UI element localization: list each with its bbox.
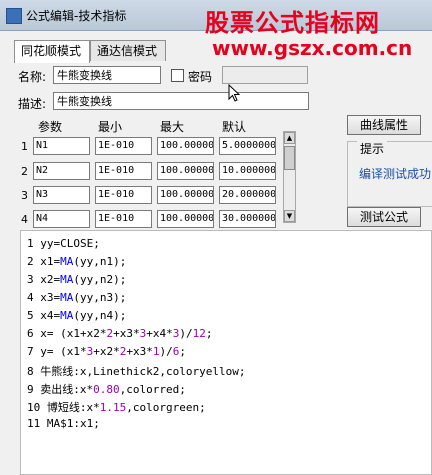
code-line: 3 x2=MA(yy,n2); [27, 273, 127, 286]
param-row-index: 1 [21, 140, 28, 153]
code-line: 9 卖出线:x*0.80,colorred; [27, 383, 186, 396]
param-max-cell[interactable]: 100.00000 [157, 137, 214, 155]
formula-code-editor[interactable]: 1 yy=CLOSE; 2 x1=MA(yy,n1); 3 x2=MA(yy,n… [20, 230, 432, 475]
curve-properties-button[interactable]: 曲线属性 [347, 115, 421, 135]
app-icon [6, 8, 22, 24]
param-header-min: 最小 [98, 120, 123, 134]
param-name-cell[interactable]: N1 [33, 137, 90, 155]
name-input[interactable]: 牛熊变换线 [53, 66, 161, 84]
description-label: 描述: [18, 97, 47, 111]
code-line: 4 x3=MA(yy,n3); [27, 291, 127, 304]
param-max-cell[interactable]: 100.00000 [157, 186, 214, 204]
code-line: 10 博短线:x*1.15,colorgreen; [27, 401, 206, 414]
code-line: 6 x= (x1+x2*2+x3*3+x4*3)/12; [27, 327, 213, 340]
param-header-name: 参数 [38, 120, 63, 134]
param-min-cell[interactable]: 1E-010 [95, 162, 152, 180]
param-name-cell[interactable]: N3 [33, 186, 90, 204]
watermark-logo: 股票公式指标网 [205, 9, 380, 37]
code-line: 8 牛熊线:x,Linethick2,coloryellow; [27, 365, 246, 378]
param-min-cell[interactable]: 1E-010 [95, 186, 152, 204]
param-default-cell[interactable]: 30.000000 [219, 210, 276, 228]
param-name-cell[interactable]: N4 [33, 210, 90, 228]
param-default-cell[interactable]: 20.000000 [219, 186, 276, 204]
code-line: 2 x1=MA(yy,n1); [27, 255, 127, 268]
param-row-index: 2 [21, 165, 28, 178]
param-default-cell[interactable]: 5.0000000 [219, 137, 276, 155]
param-row-index: 3 [21, 189, 28, 202]
param-header-default: 默认 [222, 120, 247, 134]
code-line: 1 yy=CLOSE; [27, 237, 100, 250]
tab-tonghuashun-mode[interactable]: 同花顺模式 [14, 40, 90, 63]
code-line: 11 MA$1:x1; [27, 417, 100, 430]
hint-title: 提示 [357, 140, 388, 157]
param-min-cell[interactable]: 1E-010 [95, 210, 152, 228]
param-default-cell[interactable]: 10.000000 [219, 162, 276, 180]
param-row-index: 4 [21, 213, 28, 226]
code-line: 5 x4=MA(yy,n4); [27, 309, 127, 322]
param-scrollbar[interactable]: ▲ ▼ [283, 131, 296, 223]
param-min-cell[interactable]: 1E-010 [95, 137, 152, 155]
scroll-thumb[interactable] [284, 146, 295, 170]
test-formula-button[interactable]: 测试公式 [347, 207, 421, 227]
param-max-cell[interactable]: 100.00000 [157, 162, 214, 180]
password-label: 密码 [188, 70, 213, 84]
window-title: 公式编辑-技术指标 [26, 9, 127, 23]
watermark-url: www.gszx.com.cn [212, 36, 413, 60]
formula-editor-window: 公式编辑-技术指标 股票公式指标网 www.gszx.com.cn 同花顺模式 … [0, 0, 432, 475]
tab-tongdaxin-mode[interactable]: 通达信模式 [90, 40, 166, 61]
param-name-cell[interactable]: N2 [33, 162, 90, 180]
password-input[interactable] [222, 66, 308, 84]
param-header-max: 最大 [160, 120, 185, 134]
compile-status: 编译测试成功 [359, 167, 432, 181]
scroll-down-icon[interactable]: ▼ [284, 210, 295, 222]
param-max-cell[interactable]: 100.00000 [157, 210, 214, 228]
mouse-cursor-icon [228, 84, 241, 102]
password-checkbox[interactable] [171, 69, 184, 82]
name-label: 名称: [18, 70, 47, 84]
scroll-up-icon[interactable]: ▲ [284, 132, 295, 144]
description-input[interactable]: 牛熊变换线 [53, 92, 309, 110]
code-line: 7 y= (x1*3+x2*2+x3*1)/6; [27, 345, 186, 358]
